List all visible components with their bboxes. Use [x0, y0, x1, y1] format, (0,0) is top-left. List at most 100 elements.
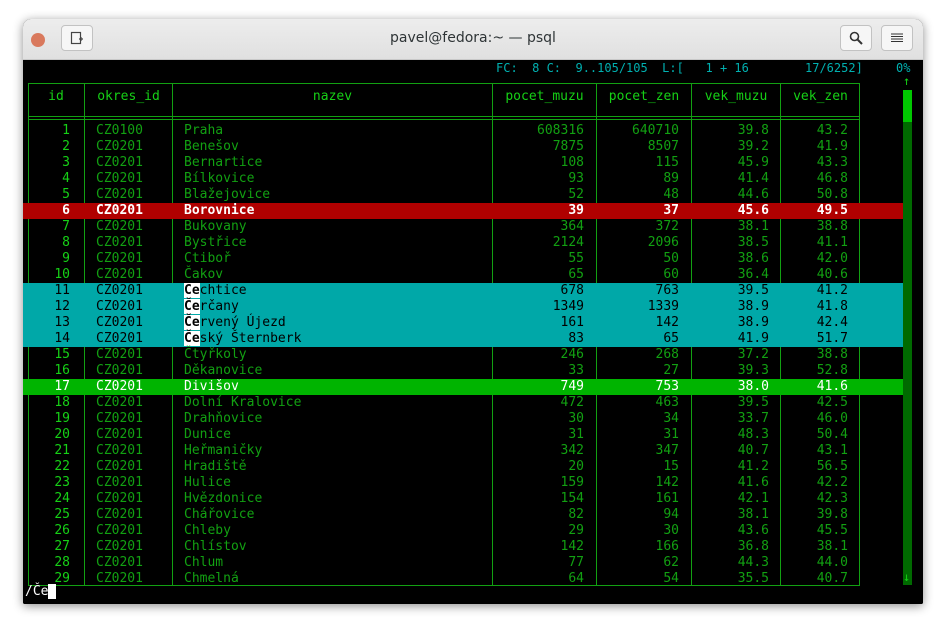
cell-id: 24 — [54, 491, 70, 506]
table-row[interactable]: 17 CZ0201 Divišov 749 753 38.0 41.6 — [23, 379, 904, 395]
search-button[interactable] — [840, 25, 872, 51]
table-row[interactable]: 24 CZ0201 Hvězdonice 154 161 42.1 42.3 — [23, 491, 904, 507]
cell-pocet-muzu: 31 — [568, 427, 584, 442]
cell-id: 19 — [54, 411, 70, 426]
table-row[interactable]: 22 CZ0201 Hradiště 20 15 41.2 56.5 — [23, 459, 904, 475]
cell-okres-id: CZ0201 — [96, 203, 143, 218]
cell-vek-zen: 38.8 — [816, 347, 848, 362]
search-command-line[interactable]: /Če — [25, 584, 57, 600]
cell-okres-id: CZ0201 — [96, 539, 143, 554]
column-header-okres-id[interactable]: okres_id — [85, 89, 172, 104]
table-row[interactable]: 29 CZ0201 Chmelná 64 54 35.5 40.7 — [23, 571, 904, 587]
terminal-screen[interactable]: FC: 8 C: 9..105/105 L:[ 1 + 16 17/6252] … — [23, 60, 923, 604]
cell-pocet-zen: 37 — [663, 203, 679, 218]
column-header-pocet-muzu[interactable]: pocet_muzu — [493, 89, 596, 104]
cell-pocet-zen: 347 — [655, 443, 679, 458]
cell-pocet-muzu: 77 — [568, 555, 584, 570]
table-row[interactable]: 16 CZ0201 Děkanovice 33 27 39.3 52.8 — [23, 363, 904, 379]
cell-vek-muzu: 38.9 — [737, 299, 769, 314]
cell-id: 1 — [62, 123, 70, 138]
table-row[interactable]: 28 CZ0201 Chlum 77 62 44.3 44.0 — [23, 555, 904, 571]
table-row[interactable]: 9 CZ0201 Ctiboř 55 50 38.6 42.0 — [23, 251, 904, 267]
column-header-vek-zen[interactable]: vek_zen — [781, 89, 860, 104]
table-row[interactable]: 8 CZ0201 Bystřice 2124 2096 38.5 41.1 — [23, 235, 904, 251]
cell-vek-zen: 50.8 — [816, 187, 848, 202]
text-cursor — [48, 584, 57, 599]
menu-button[interactable] — [881, 25, 913, 51]
cell-vek-zen: 43.3 — [816, 155, 848, 170]
cell-pocet-muzu: 608316 — [537, 123, 584, 138]
table-row[interactable]: 14 CZ0201 Český Šternberk 83 65 41.9 51.7 — [23, 331, 904, 347]
header-separator — [28, 116, 860, 117]
cell-pocet-zen: 372 — [655, 219, 679, 234]
cell-nazev: Divišov — [184, 379, 239, 394]
cell-id: 14 — [54, 331, 70, 346]
table-row[interactable]: 3 CZ0201 Bernartice 108 115 45.9 43.3 — [23, 155, 904, 171]
cell-nazev: Bystřice — [184, 235, 247, 250]
table-row[interactable]: 7 CZ0201 Bukovany 364 372 38.1 38.8 — [23, 219, 904, 235]
scrollbar-track[interactable] — [903, 90, 912, 585]
cell-pocet-zen: 15 — [663, 459, 679, 474]
table-row[interactable]: 5 CZ0201 Blažejovice 52 48 44.6 50.8 — [23, 187, 904, 203]
cell-vek-zen: 50.4 — [816, 427, 848, 442]
cell-pocet-muzu: 161 — [560, 315, 584, 330]
cell-okres-id: CZ0201 — [96, 315, 143, 330]
cell-nazev: Chlístov — [184, 539, 247, 554]
cell-okres-id: CZ0201 — [96, 411, 143, 426]
cell-vek-muzu: 43.6 — [737, 523, 769, 538]
cell-vek-muzu: 39.3 — [737, 363, 769, 378]
table-row[interactable]: 26 CZ0201 Chleby 29 30 43.6 45.5 — [23, 523, 904, 539]
cell-okres-id: CZ0201 — [96, 219, 143, 234]
table-row[interactable]: 25 CZ0201 Chářovice 82 94 38.1 39.8 — [23, 507, 904, 523]
cell-id: 25 — [54, 507, 70, 522]
table-row[interactable]: 2 CZ0201 Benešov 7875 8507 39.2 41.9 — [23, 139, 904, 155]
table-row[interactable]: 27 CZ0201 Chlístov 142 166 36.8 38.1 — [23, 539, 904, 555]
cell-vek-zen: 41.6 — [816, 379, 848, 394]
cell-vek-zen: 41.1 — [816, 235, 848, 250]
table-row[interactable]: 21 CZ0201 Heřmaničky 342 347 40.7 43.1 — [23, 443, 904, 459]
cell-nazev: Čakov — [184, 267, 224, 282]
cell-pocet-muzu: 154 — [560, 491, 584, 506]
cell-id: 2 — [62, 139, 70, 154]
column-header-id[interactable]: id — [28, 89, 84, 104]
table-row[interactable]: 18 CZ0201 Dolní Kralovice 472 463 39.5 42.5 — [23, 395, 904, 411]
table-row[interactable]: 12 CZ0201 Čerčany 1349 1339 38.9 41.8 — [23, 299, 904, 315]
column-header-pocet-zen[interactable]: pocet_zen — [597, 89, 691, 104]
table-row[interactable]: 15 CZ0201 Čtyřkoly 246 268 37.2 38.8 — [23, 347, 904, 363]
cell-pocet-zen: 89 — [663, 171, 679, 186]
cell-pocet-muzu: 159 — [560, 475, 584, 490]
table-row[interactable]: 23 CZ0201 Hulice 159 142 41.6 42.2 — [23, 475, 904, 491]
table-row[interactable]: 1 CZ0100 Praha 608316 640710 39.8 43.2 — [23, 123, 904, 139]
table-row[interactable]: 6 CZ0201 Borovnice 39 37 45.6 49.5 — [23, 203, 904, 219]
cell-vek-muzu: 38.1 — [737, 219, 769, 234]
table-row[interactable]: 11 CZ0201 Čechtice 678 763 39.5 41.2 — [23, 283, 904, 299]
scrollbar-thumb[interactable] — [903, 90, 912, 122]
table-row[interactable]: 13 CZ0201 Červený Újezd 161 142 38.9 42.4 — [23, 315, 904, 331]
cell-nazev: Bernartice — [184, 155, 263, 170]
cell-pocet-muzu: 82 — [568, 507, 584, 522]
table-row[interactable]: 4 CZ0201 Bílkovice 93 89 41.4 46.8 — [23, 171, 904, 187]
terminal-window: pavel@fedora:~ — psql FC: 8 C: 9..105/10… — [23, 19, 923, 604]
cell-okres-id: CZ0201 — [96, 331, 143, 346]
cell-id: 28 — [54, 555, 70, 570]
cell-vek-zen: 51.7 — [816, 331, 848, 346]
cell-vek-muzu: 36.4 — [737, 267, 769, 282]
search-query: /Če — [25, 584, 49, 599]
cell-vek-muzu: 36.8 — [737, 539, 769, 554]
cell-vek-zen: 43.2 — [816, 123, 848, 138]
column-header-nazev[interactable]: nazev — [173, 89, 492, 104]
table-row[interactable]: 19 CZ0201 Drahňovice 30 34 33.7 46.0 — [23, 411, 904, 427]
cell-nazev: Ctiboř — [184, 251, 231, 266]
cell-vek-muzu: 45.6 — [737, 203, 769, 218]
cell-id: 8 — [62, 235, 70, 250]
scroll-up-icon[interactable]: ↑ — [903, 74, 910, 88]
cell-nazev: Čtyřkoly — [184, 347, 247, 362]
cell-vek-muzu: 38.0 — [737, 379, 769, 394]
cell-id: 18 — [54, 395, 70, 410]
table-row[interactable]: 20 CZ0201 Dunice 31 31 48.3 50.4 — [23, 427, 904, 443]
column-header-vek-muzu[interactable]: vek_muzu — [692, 89, 780, 104]
cell-id: 3 — [62, 155, 70, 170]
cell-nazev: Dunice — [184, 427, 231, 442]
table-row[interactable]: 10 CZ0201 Čakov 65 60 36.4 40.6 — [23, 267, 904, 283]
scroll-down-icon[interactable]: ↓ — [903, 570, 910, 584]
